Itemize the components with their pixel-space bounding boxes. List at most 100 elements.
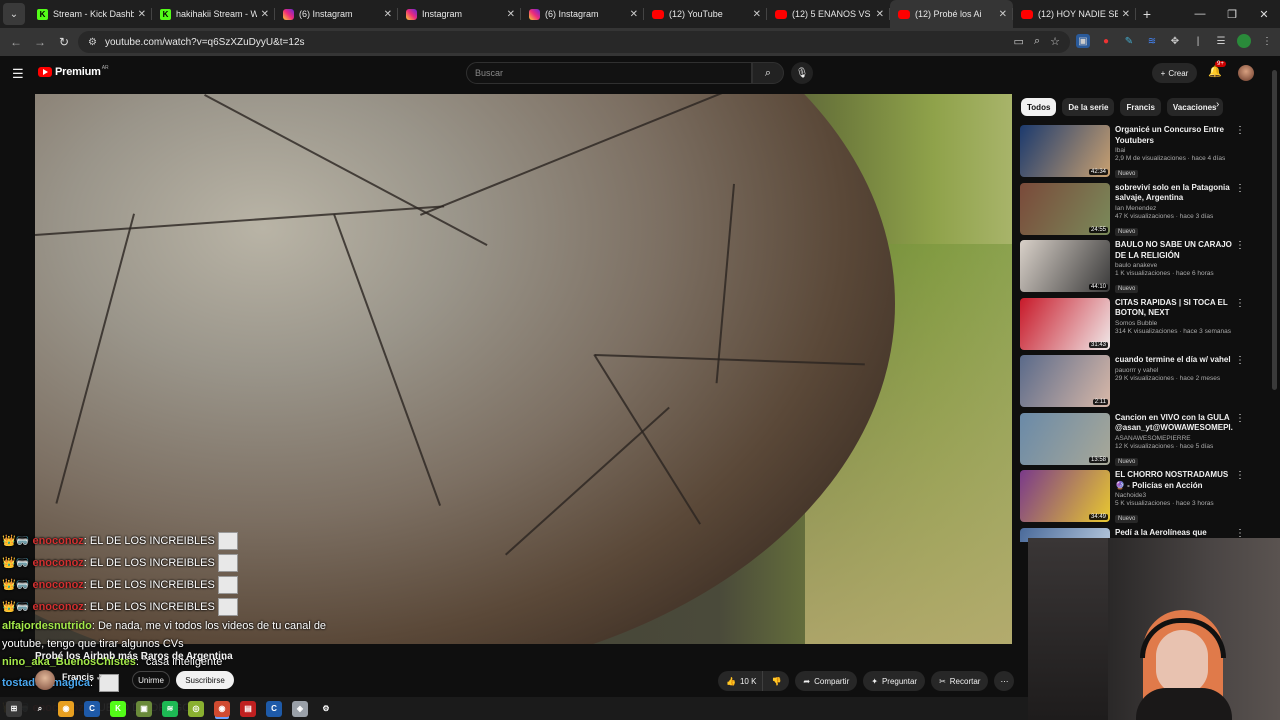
- video-thumbnail[interactable]: 34:49: [1020, 470, 1110, 522]
- join-button[interactable]: Unirme: [132, 671, 170, 689]
- bookmark-star-icon[interactable]: ☆: [1050, 35, 1060, 48]
- zoom-icon[interactable]: ⌕: [1034, 35, 1040, 48]
- video-thumbnail[interactable]: 44:10: [1020, 240, 1110, 292]
- voice-search-button[interactable]: 🎙: [791, 62, 813, 84]
- recommended-video[interactable]: 42:34 Organicé un Concurso Entre Youtuber…: [1020, 125, 1245, 178]
- video-thumbnail[interactable]: 13:58: [1020, 412, 1110, 465]
- chat-username[interactable]: enoconoz: [32, 557, 83, 569]
- clip-button[interactable]: ✂ Recortar: [931, 671, 989, 691]
- more-vertical-icon[interactable]: ⋮: [1235, 240, 1245, 251]
- video-title[interactable]: CITAS RAPIDAS | SI TOCA EL BOTON, NEXT: [1115, 298, 1233, 319]
- recommended-video[interactable]: 2:11 cuando termine el día w/ vahel pauorr…: [1020, 355, 1245, 407]
- page-scrollbar[interactable]: [1272, 70, 1277, 390]
- windows-icon[interactable]: ⊞: [6, 700, 22, 717]
- create-button[interactable]: + Crear: [1152, 63, 1197, 83]
- close-tab-icon[interactable]: ✕: [753, 9, 761, 20]
- like-button[interactable]: 👍 10 K: [718, 671, 763, 691]
- video-thumbnail[interactable]: 24:55: [1020, 182, 1110, 235]
- cast-icon[interactable]: ▭: [1014, 35, 1024, 48]
- video-channel[interactable]: ASANAWESOMEPIERRE: [1115, 435, 1233, 442]
- video-thumbnail[interactable]: 42:34: [1020, 125, 1110, 177]
- chrome-icon[interactable]: ◉: [58, 700, 74, 717]
- video-title[interactable]: Cancion en VIVO con la GULA @asan_yt@WOW…: [1115, 413, 1233, 434]
- profile-icon[interactable]: [1237, 34, 1251, 48]
- extension-icon-2[interactable]: ●: [1099, 34, 1113, 48]
- reload-icon[interactable]: ↻: [52, 35, 76, 49]
- close-tab-icon[interactable]: ✕: [999, 9, 1007, 20]
- video-title[interactable]: sobreviví solo en la Patagonia salvaje, …: [1115, 183, 1233, 204]
- video-title[interactable]: Organicé un Concurso Entre Youtubers: [1115, 125, 1233, 146]
- close-tab-icon[interactable]: ✕: [507, 9, 515, 20]
- recommended-video[interactable]: 31:43 CITAS RAPIDAS | SI TOCA EL BOTON, N…: [1020, 297, 1245, 350]
- more-vertical-icon[interactable]: ⋮: [1235, 298, 1245, 309]
- browser-tab[interactable]: (12) 5 ENANOS VS 2 ✕: [767, 0, 890, 28]
- maximize-icon[interactable]: ❐: [1216, 0, 1248, 28]
- browser-tab[interactable]: (12) HOY NADIE SE E ✕: [1013, 0, 1136, 28]
- chat-username[interactable]: enoconoz: [32, 535, 83, 547]
- site-info-icon[interactable]: ⚙: [88, 37, 97, 48]
- forward-icon[interactable]: →: [28, 35, 52, 49]
- video-title[interactable]: cuando termine el día w/ vahel: [1115, 355, 1233, 366]
- filter-chip[interactable]: Todos: [1021, 98, 1057, 116]
- filter-chip[interactable]: Vacaciones: [1166, 98, 1223, 116]
- spotify-icon[interactable]: ≋: [162, 700, 178, 717]
- share-button[interactable]: ➦ Compartir: [795, 671, 858, 691]
- video-channel[interactable]: Somos Bubble: [1115, 320, 1233, 327]
- chevron-right-icon[interactable]: ›: [1216, 99, 1219, 110]
- more-vertical-icon[interactable]: ⋮: [1235, 470, 1245, 481]
- browser-tab[interactable]: (6) Instagram ✕: [275, 0, 398, 28]
- new-tab-icon[interactable]: +: [1136, 6, 1158, 22]
- video-thumbnail[interactable]: 31:43: [1020, 297, 1110, 350]
- video-channel[interactable]: Ibai: [1115, 147, 1233, 154]
- recommended-video[interactable]: 24:55 sobreviví solo en la Patagonia salv…: [1020, 182, 1245, 236]
- close-tab-icon[interactable]: ✕: [261, 9, 269, 20]
- settings-icon[interactable]: ⚙: [318, 701, 334, 717]
- ask-button[interactable]: ✦ Preguntar: [863, 671, 926, 691]
- browser-tab[interactable]: K Stream - Kick Dashbo ✕: [29, 0, 152, 28]
- game-icon[interactable]: ◎: [188, 700, 204, 717]
- browser-tab[interactable]: Instagram ✕: [398, 0, 521, 28]
- recommended-video[interactable]: 13:58 Cancion en VIVO con la GULA @asan_y…: [1020, 412, 1245, 466]
- back-icon[interactable]: ←: [4, 35, 28, 49]
- more-vertical-icon[interactable]: ⋮: [1235, 528, 1245, 539]
- extension-icon-1[interactable]: ▣: [1076, 34, 1090, 48]
- extension-icon-4[interactable]: ≋: [1145, 34, 1159, 48]
- more-vertical-icon[interactable]: ⋮: [1235, 355, 1245, 366]
- filter-chip[interactable]: De la serie: [1062, 98, 1115, 116]
- browser-tab[interactable]: (12) YouTube ✕: [644, 0, 767, 28]
- dislike-button[interactable]: 👎: [762, 671, 790, 691]
- search-input[interactable]: Buscar: [466, 62, 752, 84]
- close-window-icon[interactable]: ✕: [1248, 0, 1280, 28]
- video-channel[interactable]: Nachoide3: [1115, 492, 1233, 499]
- notifications-button[interactable]: 🔔 9+: [1208, 61, 1226, 78]
- chat-username[interactable]: enoconoz: [32, 579, 83, 591]
- more-vertical-icon[interactable]: ⋮: [1235, 125, 1245, 136]
- video-channel[interactable]: baulo anakeve: [1115, 262, 1233, 269]
- voice-app-icon[interactable]: ▤: [240, 700, 256, 717]
- video-title[interactable]: BAULO NO SABE UN CARAJO DE LA RELIGIÓN: [1115, 240, 1233, 261]
- video-channel[interactable]: pauorrr y vahel: [1115, 367, 1233, 374]
- box-icon[interactable]: ▣: [136, 700, 152, 717]
- minimize-icon[interactable]: —: [1184, 0, 1216, 28]
- guide-menu-icon[interactable]: ☰: [12, 66, 24, 82]
- browser-tab[interactable]: (12) Probé los Ai ✕: [890, 0, 1013, 28]
- channel-name[interactable]: Francis ✔: [62, 672, 102, 682]
- close-tab-icon[interactable]: ✕: [876, 9, 884, 20]
- address-bar[interactable]: ⚙ youtube.com/watch?v=q6SzXZuDyyU&t=12s …: [78, 31, 1070, 53]
- video-title[interactable]: EL CHORRO NOSTRADAMUS 🔮 - Policías en Ac…: [1115, 470, 1233, 491]
- recommended-video[interactable]: 34:49 EL CHORRO NOSTRADAMUS 🔮 - Policías …: [1020, 470, 1245, 523]
- c-app-icon[interactable]: C: [84, 700, 100, 717]
- extensions-puzzle-icon[interactable]: ✥: [1168, 34, 1182, 48]
- chat-username[interactable]: alfajordesnutrido: [2, 620, 92, 632]
- browser-menu-icon[interactable]: ⋮: [1260, 34, 1274, 48]
- youtube-logo[interactable]: Premium AR: [38, 65, 109, 78]
- kick-icon[interactable]: K: [110, 700, 126, 717]
- filter-chip[interactable]: Francis: [1120, 98, 1161, 116]
- close-tab-icon[interactable]: ✕: [1122, 9, 1130, 20]
- close-tab-icon[interactable]: ✕: [630, 9, 638, 20]
- search-button[interactable]: ⌕: [752, 62, 784, 84]
- search-icon[interactable]: ⌕: [32, 701, 48, 717]
- close-tab-icon[interactable]: ✕: [384, 9, 392, 20]
- browser-tab[interactable]: Khakihakii Stream - W ✕: [152, 0, 275, 28]
- account-avatar[interactable]: [1238, 65, 1254, 81]
